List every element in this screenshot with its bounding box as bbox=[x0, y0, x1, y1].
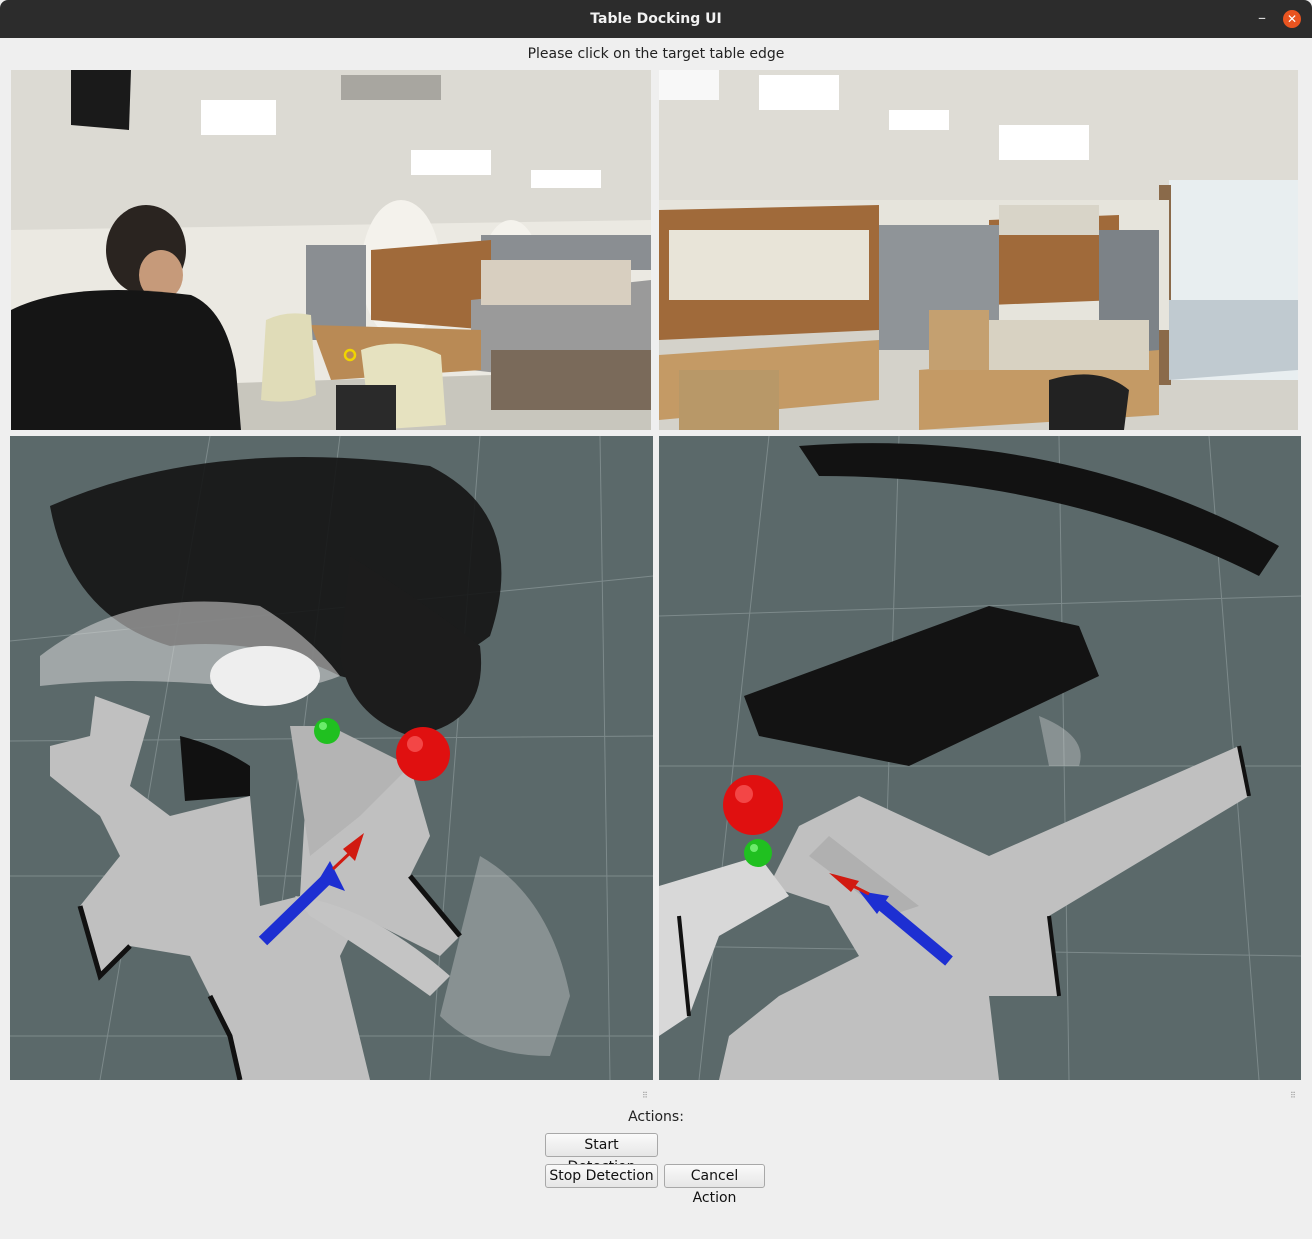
marker-sphere-icon bbox=[314, 718, 340, 744]
right-map-view[interactable] bbox=[659, 436, 1301, 1080]
left-map-canvas[interactable] bbox=[10, 436, 653, 1080]
right-camera-image[interactable] bbox=[659, 70, 1298, 430]
marker-sphere-icon-right bbox=[744, 839, 772, 867]
window-title: Table Docking UI bbox=[590, 11, 722, 27]
minimize-icon[interactable]: – bbox=[1252, 9, 1272, 29]
instruction-label: Please click on the target table edge bbox=[527, 46, 785, 62]
right-camera-view[interactable] bbox=[659, 70, 1298, 430]
splitter-handle-icon[interactable]: ⠿ bbox=[642, 1092, 650, 1100]
start-detection-button[interactable]: Start Detection bbox=[545, 1133, 658, 1175]
cancel-action-button[interactable]: Cancel Action bbox=[664, 1164, 765, 1206]
stop-detection-button[interactable]: Stop Detection bbox=[545, 1164, 658, 1188]
close-icon[interactable]: ✕ bbox=[1283, 10, 1301, 28]
left-camera-view[interactable] bbox=[11, 70, 651, 430]
title-bar: Table Docking UI – ✕ bbox=[0, 0, 1312, 38]
target-sphere-icon-right bbox=[723, 775, 783, 835]
splitter-handle-icon-right[interactable]: ⠿ bbox=[1290, 1092, 1298, 1100]
left-map-view[interactable] bbox=[10, 436, 653, 1080]
actions-label: Actions: bbox=[628, 1109, 684, 1125]
left-camera-image[interactable] bbox=[11, 70, 651, 430]
right-map-canvas[interactable] bbox=[659, 436, 1301, 1080]
target-sphere-icon bbox=[396, 727, 450, 781]
